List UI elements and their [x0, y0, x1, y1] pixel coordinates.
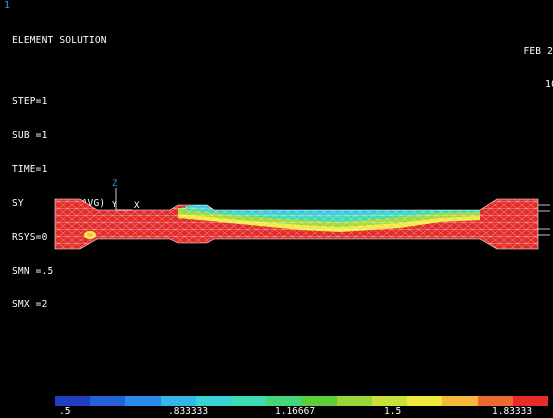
legend-label: 1.5: [384, 406, 402, 417]
specimen-body: [55, 199, 538, 249]
legend-color-swatch: [90, 396, 126, 406]
legend-color-swatch: [371, 396, 408, 406]
plot-info: ELEMENT SOLUTION STEP=1 SUB =1 TIME=1 SY…: [12, 12, 107, 322]
step-line: STEP=1: [12, 96, 48, 108]
legend-label: 1.83333: [492, 406, 533, 417]
smx-line: SMX =2: [12, 299, 48, 311]
legend-color-swatch: [266, 396, 302, 406]
legend-label: .833333: [168, 406, 209, 417]
date-line-2: 10: [545, 79, 553, 91]
fe-model-view[interactable]: Z Y X: [0, 170, 553, 270]
contour-legend-labels: .5 .833333 1.16667 1.5 1.83333: [0, 406, 553, 418]
date-line-1: FEB 20: [523, 45, 553, 57]
coordinate-triad: Z Y X: [112, 179, 140, 211]
legend-color-swatch: [442, 396, 478, 406]
legend-label: .5: [59, 406, 71, 417]
legend-color-swatch: [55, 396, 91, 406]
legend-color-swatch: [125, 396, 161, 406]
legend-color-swatch: [231, 396, 267, 406]
triad-y-label: Y: [112, 200, 117, 209]
legend-color-swatch: [407, 396, 443, 406]
window-number: 1: [4, 0, 11, 11]
triad-x-label: X: [134, 201, 140, 211]
legend-color-swatch: [195, 396, 232, 406]
plot-title: ELEMENT SOLUTION: [12, 34, 107, 46]
triad-z-label: Z: [112, 179, 118, 189]
legend-color-swatch: [512, 396, 549, 406]
legend-color-swatch: [160, 396, 196, 406]
legend-label: 1.16667: [275, 406, 316, 417]
legend-color-swatch: [477, 396, 513, 406]
date-stamp: FEB 20 10: [523, 23, 553, 102]
legend-color-swatch: [336, 396, 372, 406]
contour-legend-bar: [55, 396, 549, 406]
legend-color-swatch: [301, 396, 337, 406]
sub-line: SUB =1: [12, 129, 48, 141]
